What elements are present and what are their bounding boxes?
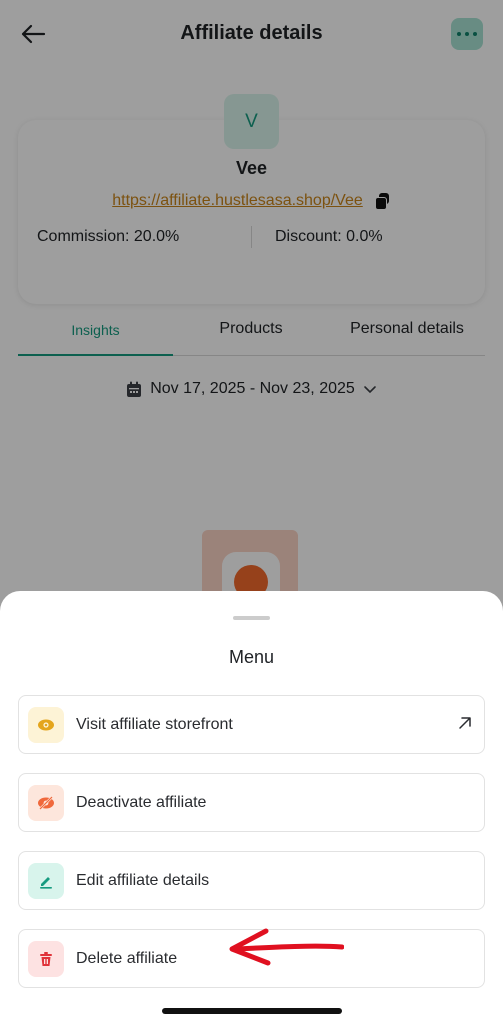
sheet-drag-handle[interactable] (233, 616, 270, 620)
eye-off-icon (28, 785, 64, 821)
annotation-arrow-icon (229, 928, 344, 966)
deactivate-affiliate-button[interactable]: Deactivate affiliate (18, 773, 485, 832)
menu-item-label: Edit affiliate details (76, 872, 210, 889)
trash-icon (28, 941, 64, 977)
menu-item-label: Deactivate affiliate (76, 794, 207, 811)
home-indicator (162, 1008, 342, 1014)
eye-icon (28, 707, 64, 743)
menu-title: Menu (228, 647, 275, 667)
menu-item-label: Delete affiliate (76, 950, 178, 967)
edit-affiliate-button[interactable]: Edit affiliate details (18, 851, 485, 910)
menu-item-label: Visit affiliate storefront (76, 716, 233, 733)
external-link-icon (459, 717, 471, 729)
visit-storefront-button[interactable]: Visit affiliate storefront (18, 695, 485, 754)
menu-bottom-sheet: Menu Visit affiliate storefront Deactiva… (0, 591, 503, 1024)
pencil-icon (28, 863, 64, 899)
